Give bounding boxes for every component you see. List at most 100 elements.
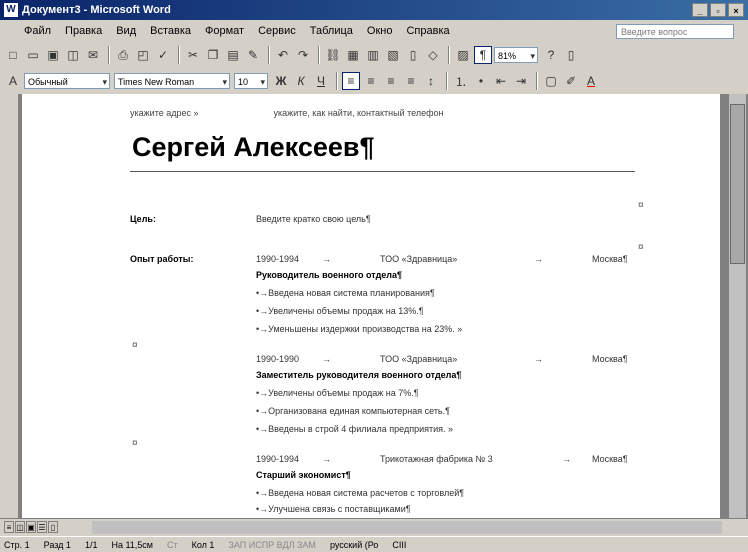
job-bullet: •→Уменьшены издержки производства на 23%… (256, 324, 463, 334)
print-icon[interactable]: ⎙ (114, 46, 132, 64)
email-icon[interactable]: ✉ (84, 46, 102, 64)
close-icon[interactable]: × (728, 3, 744, 17)
document-map-icon[interactable]: ▨ (454, 46, 472, 64)
vertical-scrollbar[interactable] (728, 94, 746, 518)
menu-insert[interactable]: Вставка (143, 25, 198, 37)
tab-arrow: → (534, 254, 543, 264)
reading-view-icon[interactable]: ▯ (48, 521, 58, 533)
job-bullet: •→Организована единая компьютерная сеть.… (256, 406, 450, 416)
insert-table-icon[interactable]: ▥ (364, 46, 382, 64)
excel-table-icon[interactable]: ▧ (384, 46, 402, 64)
undo-icon[interactable]: ↶ (274, 46, 292, 64)
format-painter-icon[interactable]: ✎ (244, 46, 262, 64)
style-select[interactable]: Обычный (24, 73, 110, 90)
border-icon[interactable]: ▢ (542, 72, 560, 90)
align-right-icon[interactable]: ≡ (382, 72, 400, 90)
formatting-toolbar: A Обычный Times New Roman 10 Ж К Ч ≡ ≡ ≡… (0, 68, 748, 94)
paste-icon[interactable]: ▤ (224, 46, 242, 64)
permission-icon[interactable]: ◫ (64, 46, 82, 64)
font-size-select[interactable]: 10 (234, 73, 268, 90)
standard-toolbar: □ ▭ ▣ ◫ ✉ ⎙ ◰ ✓ ✂ ❐ ▤ ✎ ↶ ↷ ⛓ ▦ ▥ ▧ ▯ ◇ … (0, 42, 748, 68)
job-title: Заместитель руководителя военного отдела… (256, 370, 462, 380)
minimize-icon[interactable]: _ (692, 3, 708, 17)
job-bullet: •→Увеличены объемы продаж на 7%.¶ (256, 388, 419, 398)
menu-table[interactable]: Таблица (303, 25, 360, 37)
menu-edit[interactable]: Правка (58, 25, 109, 37)
drawing-icon[interactable]: ◇ (424, 46, 442, 64)
word-app-icon[interactable]: W (4, 3, 18, 17)
tables-borders-icon[interactable]: ▦ (344, 46, 362, 64)
print-layout-icon[interactable]: ▣ (26, 521, 36, 533)
status-pages: 1/1 (84, 539, 98, 550)
toolbar-separator (318, 46, 320, 64)
font-select[interactable]: Times New Roman (114, 73, 230, 90)
job-company: ТОО «Здравница» (380, 254, 458, 264)
menu-format[interactable]: Формат (198, 25, 251, 37)
menu-window[interactable]: Окно (360, 25, 400, 37)
status-line: Ст (167, 539, 178, 550)
save-icon[interactable]: ▣ (44, 46, 62, 64)
font-color-icon[interactable]: A (582, 72, 600, 90)
new-document-icon[interactable]: □ (4, 46, 22, 64)
italic-icon[interactable]: К (292, 72, 310, 90)
cell-mark: ¤ (638, 242, 644, 253)
hyperlink-icon[interactable]: ⛓ (324, 46, 342, 64)
job-years: 1990-1990 (256, 354, 300, 364)
menu-tools[interactable]: Сервис (251, 25, 303, 37)
address-right: укажите, как найти, контактный телефон (273, 108, 444, 118)
menu-file[interactable]: Файл (0, 25, 58, 37)
tab-arrow: → (322, 254, 331, 264)
help-search-input[interactable]: Введите вопрос (616, 24, 734, 39)
numbering-icon[interactable]: ⒈ (452, 72, 470, 90)
show-formatting-icon[interactable]: ¶ (474, 46, 492, 64)
bullets-icon[interactable]: • (472, 72, 490, 90)
bold-icon[interactable]: Ж (272, 72, 290, 90)
read-icon[interactable]: ▯ (562, 46, 580, 64)
columns-icon[interactable]: ▯ (404, 46, 422, 64)
open-folder-icon[interactable]: ▭ (24, 46, 42, 64)
menu-help[interactable]: Справка (399, 25, 456, 37)
line-spacing-icon[interactable]: ↕ (422, 72, 440, 90)
resume-name: Сергей Алексеев¶ (132, 132, 375, 162)
status-page: Стр. 1 (4, 539, 30, 550)
print-preview-icon[interactable]: ◰ (134, 46, 152, 64)
status-bar: Стр. 1 Разд 1 1/1 На 11,5см Ст Кол 1 ЗАП… (0, 536, 748, 552)
horizontal-scrollbar[interactable] (92, 521, 722, 534)
help-icon[interactable]: ? (542, 46, 560, 64)
zoom-select[interactable]: 81% (494, 47, 538, 64)
document-page[interactable]: укажите адрес » укажите, как найти, конт… (22, 94, 720, 518)
copy-icon[interactable]: ❐ (204, 46, 222, 64)
align-center-icon[interactable]: ≡ (362, 72, 380, 90)
experience-label: Опыт работы: (130, 254, 194, 264)
highlight-icon[interactable]: ✐ (562, 72, 580, 90)
view-buttons: ≡ ◫ ▣ ☰ ▯ (4, 521, 58, 533)
job-years: 1990-1994 (256, 454, 300, 464)
job-years: 1990-1994 (256, 254, 300, 264)
outline-view-icon[interactable]: ☰ (37, 521, 47, 533)
justify-icon[interactable]: ≡ (402, 72, 420, 90)
cell-mark: ¤ (638, 200, 644, 211)
horizontal-scroll-area: ≡ ◫ ▣ ☰ ▯ (0, 518, 748, 536)
cut-icon[interactable]: ✂ (184, 46, 202, 64)
toolbar-separator (108, 46, 110, 64)
spelling-icon[interactable]: ✓ (154, 46, 172, 64)
decrease-indent-icon[interactable]: ⇤ (492, 72, 510, 90)
tab-arrow: → (322, 354, 331, 364)
spelling-status-icon[interactable]: CIII (392, 540, 406, 550)
menu-view[interactable]: Вид (109, 25, 143, 37)
restore-icon[interactable]: ▫ (710, 3, 726, 17)
web-view-icon[interactable]: ◫ (15, 521, 25, 533)
toolbar-separator (448, 46, 450, 64)
styles-pane-icon[interactable]: A (4, 72, 22, 90)
align-left-icon[interactable]: ≡ (342, 72, 360, 90)
address-left: укажите адрес » (130, 108, 199, 118)
job-company: ТОО «Здравница» (380, 354, 458, 364)
increase-indent-icon[interactable]: ⇥ (512, 72, 530, 90)
job-city: Москва¶ (592, 354, 628, 364)
scroll-thumb[interactable] (730, 104, 745, 264)
redo-icon[interactable]: ↷ (294, 46, 312, 64)
window-controls: _ ▫ × (692, 3, 744, 17)
normal-view-icon[interactable]: ≡ (4, 521, 14, 533)
toolbar-separator (268, 46, 270, 64)
underline-icon[interactable]: Ч (312, 72, 330, 90)
